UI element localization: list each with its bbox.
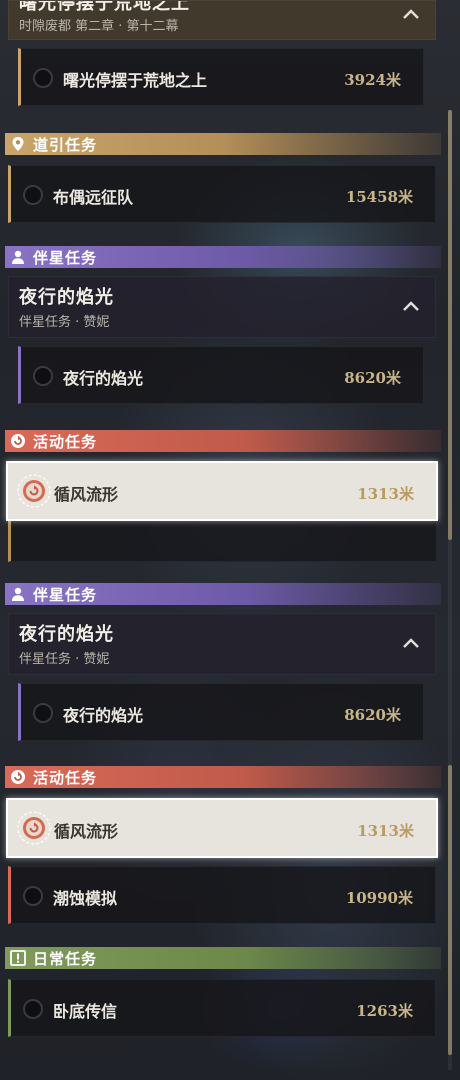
category-label: 伴星任务 (33, 249, 98, 267)
quest-group-header[interactable]: 曙光停摆于荒地之上 时隙废都 第二章 · 第十二幕 (8, 0, 436, 40)
quest-status-circle (23, 999, 43, 1019)
quest-group-subtitle: 伴星任务 · 赞妮 (19, 315, 110, 330)
category-label: 活动任务 (33, 433, 98, 451)
quest-status-circle (23, 185, 43, 205)
chevron-up-icon[interactable] (401, 5, 421, 25)
quest-name: 卧底传信 (53, 1002, 118, 1021)
category-header-partner: 伴星任务 (5, 583, 441, 605)
category-header-daily: 日常任务 (5, 947, 441, 969)
quest-group-title: 曙光停摆于荒地之上 (19, 0, 190, 14)
category-header-guide: 道引任务 (5, 133, 441, 155)
quest-group-title: 夜行的焰光 (19, 624, 114, 645)
tracking-target-icon (17, 474, 51, 508)
category-label: 道引任务 (33, 136, 98, 154)
quest-name: 布偶远征队 (53, 188, 134, 207)
quest-group-header[interactable]: 夜行的焰光 伴星任务 · 赞妮 (8, 276, 436, 338)
quest-distance: 1313米 (357, 822, 414, 840)
person-icon (12, 250, 24, 264)
event-cycle-icon (11, 434, 25, 448)
quest-status-circle (23, 886, 43, 906)
quest-distance: 3924米 (344, 71, 401, 89)
map-pin-icon (12, 137, 24, 151)
quest-item-tracked[interactable]: 循风流形 1313米 (6, 461, 438, 521)
quest-group-title: 夜行的焰光 (19, 287, 114, 308)
event-cycle-icon (11, 770, 25, 784)
quest-distance: 1263米 (356, 1002, 413, 1020)
quest-item[interactable]: 夜行的焰光 8620米 (18, 683, 424, 741)
quest-item[interactable]: 夜行的焰光 8620米 (18, 346, 424, 404)
category-header-event: 活动任务 (5, 430, 441, 452)
quest-name: 夜行的焰光 (63, 706, 144, 725)
quest-name: 夜行的焰光 (63, 369, 144, 388)
quest-distance: 1313米 (357, 485, 414, 503)
quest-name: 循风流形 (54, 485, 119, 504)
quest-status-circle (33, 68, 53, 88)
quest-group-header[interactable]: 夜行的焰光 伴星任务 · 赞妮 (8, 613, 436, 675)
quest-status-circle (33, 703, 53, 723)
quest-distance: 8620米 (344, 706, 401, 724)
quest-item-behind (8, 520, 436, 562)
category-label: 伴星任务 (33, 586, 98, 604)
quest-item-tracked[interactable]: 循风流形 1313米 (6, 798, 438, 858)
category-label: 活动任务 (33, 769, 98, 787)
category-label: 日常任务 (33, 950, 98, 968)
quest-item[interactable]: 布偶远征队 15458米 (8, 165, 436, 223)
quest-name: 曙光停摆于荒地之上 (63, 71, 208, 90)
quest-item[interactable]: 潮蚀模拟 10990米 (8, 866, 436, 924)
quest-distance: 8620米 (344, 369, 401, 387)
quest-name: 潮蚀模拟 (53, 889, 118, 908)
category-header-event: 活动任务 (5, 766, 441, 788)
person-icon (12, 587, 24, 601)
quest-group-subtitle: 时隙废都 第二章 · 第十二幕 (19, 19, 179, 34)
quest-name: 循风流形 (54, 822, 119, 841)
quest-group-subtitle: 伴星任务 · 赞妮 (19, 652, 110, 667)
category-header-partner: 伴星任务 (5, 246, 441, 268)
chevron-up-icon[interactable] (401, 297, 421, 317)
scroll-thumb[interactable] (448, 110, 452, 540)
quest-item[interactable]: 卧底传信 1263米 (8, 979, 436, 1037)
scroll-thumb-lower[interactable] (448, 765, 452, 1055)
quest-distance: 15458米 (345, 188, 413, 206)
quest-item[interactable]: 曙光停摆于荒地之上 3924米 (18, 48, 424, 106)
quest-distance: 10990米 (345, 889, 413, 907)
chevron-up-icon[interactable] (401, 634, 421, 654)
quest-status-circle (33, 366, 53, 386)
exclamation-box-icon (10, 950, 26, 966)
tracking-target-icon (17, 811, 51, 845)
